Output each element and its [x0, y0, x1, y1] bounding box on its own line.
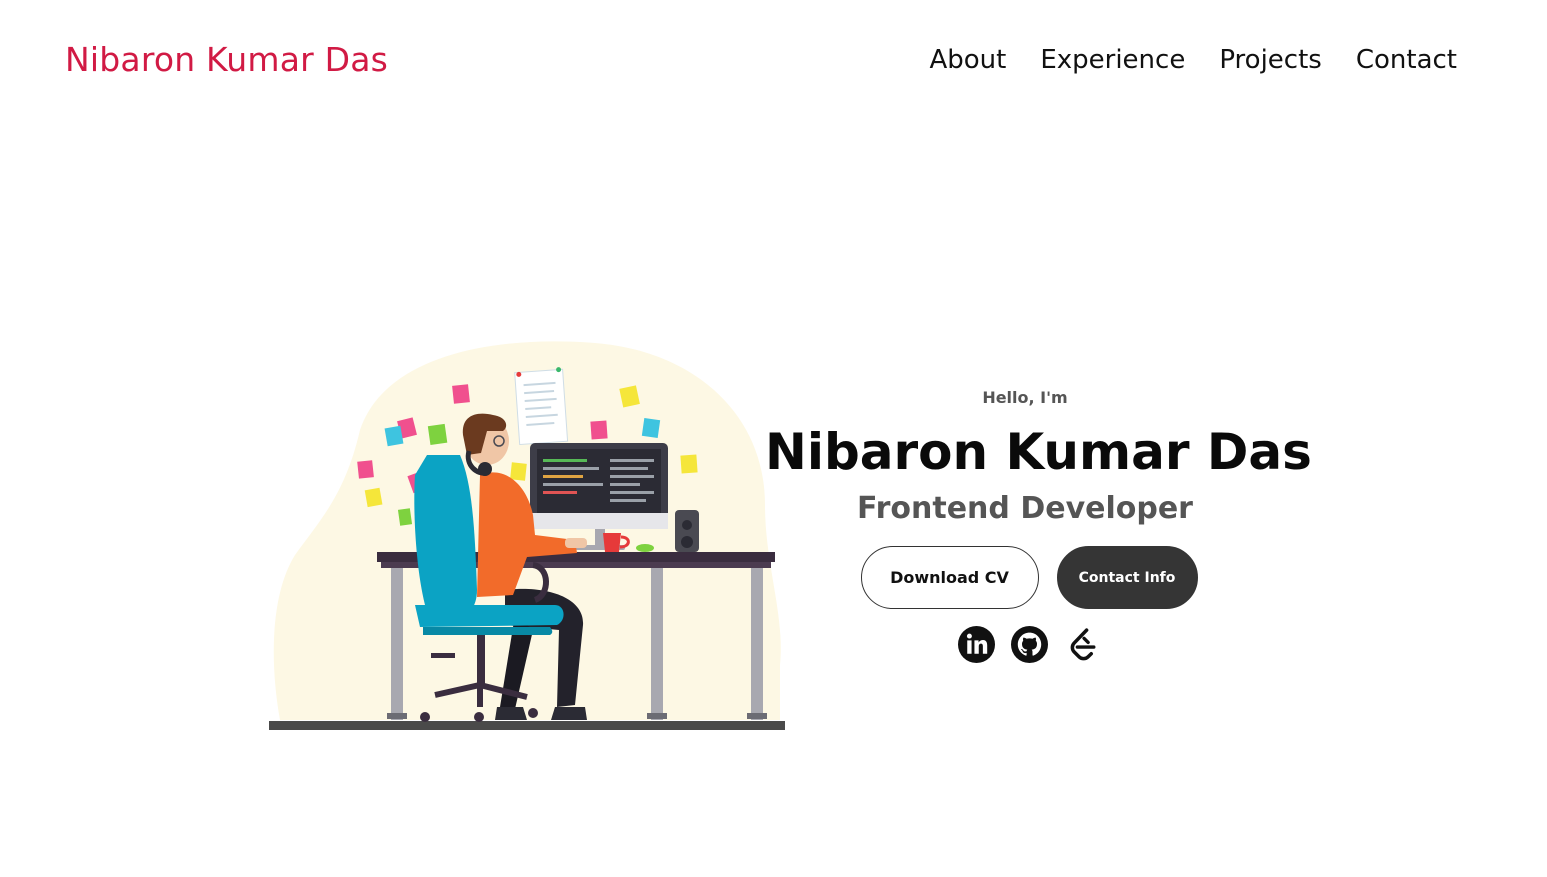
nav-links: About Experience Projects Contact — [929, 45, 1457, 75]
nav-item-projects: Projects — [1219, 45, 1322, 75]
nav-link-about[interactable]: About — [929, 45, 1006, 75]
site-logo[interactable]: Nibaron Kumar Das — [65, 40, 388, 79]
nav-item-experience: Experience — [1040, 45, 1185, 75]
navbar: Nibaron Kumar Das About Experience Proje… — [0, 0, 1547, 128]
github-icon[interactable] — [1010, 626, 1048, 663]
nav-link-projects[interactable]: Projects — [1219, 45, 1322, 75]
contact-info-button[interactable]: Contact Info — [1056, 546, 1198, 609]
linkedin-icon[interactable] — [957, 626, 995, 663]
hero-name: Nibaron Kumar Das — [765, 423, 1312, 481]
hero-greeting: Hello, I'm — [982, 388, 1068, 407]
social-links — [765, 626, 1285, 663]
hero-buttons: Download CV Contact Info — [765, 546, 1285, 609]
hero-role: Frontend Developer — [857, 491, 1193, 526]
leetcode-icon[interactable] — [1064, 626, 1101, 663]
nav-item-contact: Contact — [1356, 45, 1457, 75]
download-cv-button[interactable]: Download CV — [860, 546, 1039, 609]
nav-item-about: About — [929, 45, 1006, 75]
developer-illustration — [265, 335, 790, 735]
nav-link-experience[interactable]: Experience — [1040, 45, 1185, 75]
hero-text: Hello, I'm Nibaron Kumar Das Frontend De… — [765, 388, 1312, 663]
nav-link-contact[interactable]: Contact — [1356, 45, 1457, 75]
